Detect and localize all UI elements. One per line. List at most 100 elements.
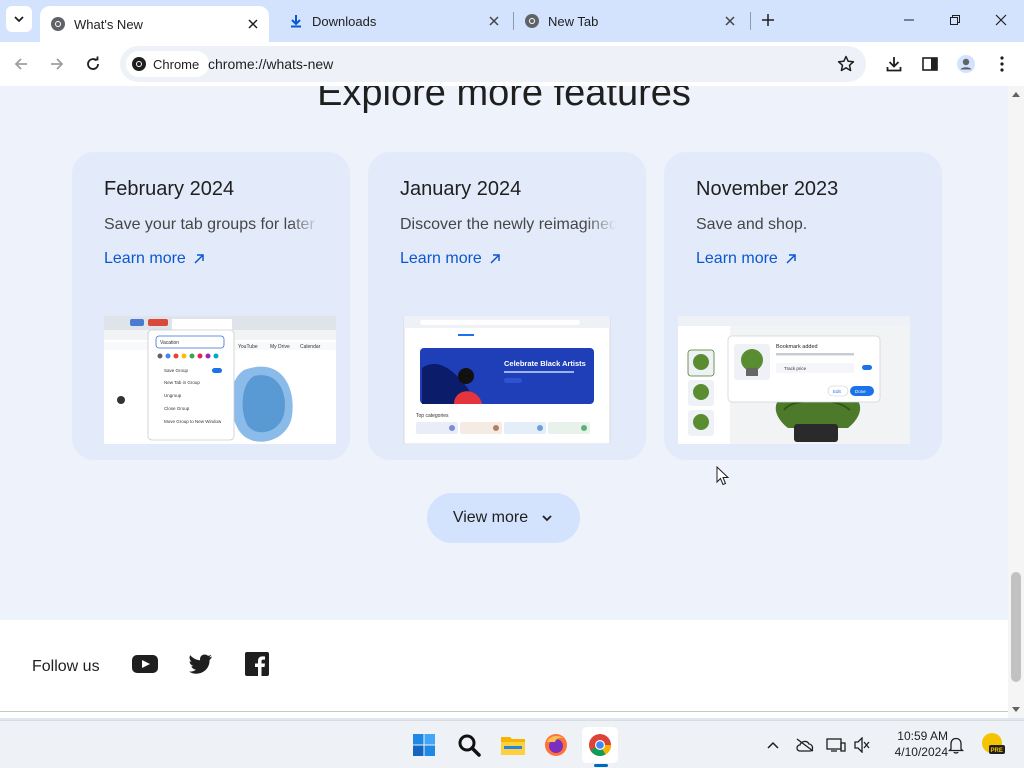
tab-new-tab[interactable]: New Tab bbox=[514, 0, 746, 42]
close-tab-icon[interactable] bbox=[243, 14, 263, 34]
svg-text:New Tab in Group: New Tab in Group bbox=[164, 380, 200, 385]
restore-icon bbox=[950, 15, 960, 25]
browser-toolbar: Chrome chrome://whats-new bbox=[0, 42, 1024, 86]
tab-downloads[interactable]: Downloads bbox=[278, 0, 510, 42]
onedrive-icon[interactable] bbox=[794, 735, 816, 755]
svg-text:Top categories: Top categories bbox=[416, 413, 449, 419]
forward-button[interactable] bbox=[44, 51, 70, 77]
mouse-cursor-icon bbox=[716, 466, 730, 486]
svg-text:Track price: Track price bbox=[784, 366, 807, 371]
arts-culture-illustration: Celebrate Black Artists Top categories bbox=[403, 316, 611, 444]
learn-more-label: Learn more bbox=[696, 250, 778, 267]
youtube-icon[interactable] bbox=[132, 652, 158, 676]
chevron-down-icon bbox=[540, 511, 554, 525]
network-icon[interactable] bbox=[825, 735, 847, 755]
text-fade bbox=[586, 212, 616, 236]
chevron-down-icon bbox=[14, 16, 24, 23]
tab-strip: What's New Downloads New Tab bbox=[0, 0, 1024, 42]
minimize-icon bbox=[904, 19, 914, 21]
downloads-button[interactable] bbox=[881, 51, 907, 77]
learn-more-link[interactable]: Learn more bbox=[696, 250, 798, 268]
feature-card: January 2024 Discover the newly reimagin… bbox=[368, 152, 646, 460]
insider-badge-icon: PRE bbox=[980, 731, 1006, 757]
menu-button[interactable] bbox=[989, 51, 1015, 77]
svg-text:Close Group: Close Group bbox=[164, 406, 190, 411]
learn-more-label: Learn more bbox=[400, 250, 482, 267]
card-description: Save and shop. bbox=[696, 216, 808, 233]
close-tab-icon[interactable] bbox=[720, 11, 740, 31]
external-arrow-icon bbox=[192, 252, 206, 266]
svg-text:Celebrate Black Artists: Celebrate Black Artists bbox=[504, 359, 586, 368]
windows-taskbar: 10:59 AM 4/10/2024 PRE bbox=[0, 720, 1024, 768]
svg-text:Ungroup: Ungroup bbox=[164, 393, 182, 398]
site-info-chip[interactable]: Chrome bbox=[126, 51, 210, 77]
tab-separator bbox=[750, 12, 751, 30]
page-content: Explore more features February 2024 Save… bbox=[0, 86, 1008, 718]
chevron-up-icon[interactable] bbox=[762, 735, 784, 755]
minimize-button[interactable] bbox=[886, 6, 932, 34]
svg-text:Edit: Edit bbox=[833, 389, 842, 394]
profile-button[interactable] bbox=[953, 51, 979, 77]
back-button[interactable] bbox=[8, 51, 34, 77]
notification-bell-icon[interactable] bbox=[945, 735, 967, 755]
system-clock[interactable]: 10:59 AM 4/10/2024 bbox=[878, 728, 948, 760]
view-more-button[interactable]: View more bbox=[427, 493, 580, 543]
omnibox[interactable]: Chrome chrome://whats-new bbox=[120, 46, 866, 82]
scrollbar-thumb[interactable] bbox=[1011, 572, 1021, 682]
svg-text:Save Group: Save Group bbox=[164, 368, 189, 373]
feature-card: November 2023 Save and shop. Learn more bbox=[664, 152, 942, 460]
chrome-taskbar-icon[interactable] bbox=[582, 727, 618, 763]
clock-date: 4/10/2024 bbox=[894, 745, 948, 759]
twitter-icon[interactable] bbox=[188, 652, 214, 676]
tab-groups-illustration: YouTube My Drive Calendar Vacation Save … bbox=[104, 316, 336, 444]
tab-title: New Tab bbox=[548, 13, 599, 29]
clock-time: 10:59 AM bbox=[897, 729, 948, 743]
tab-search-button[interactable] bbox=[6, 6, 32, 32]
view-more-label: View more bbox=[452, 509, 529, 526]
side-panel-button[interactable] bbox=[917, 51, 943, 77]
svg-text:Done: Done bbox=[855, 389, 866, 394]
volume-muted-icon[interactable] bbox=[851, 735, 873, 755]
close-tab-icon[interactable] bbox=[484, 11, 504, 31]
firefox-icon[interactable] bbox=[538, 727, 574, 763]
windows-start-icon[interactable] bbox=[406, 727, 442, 763]
download-icon bbox=[886, 57, 902, 72]
vertical-scrollbar[interactable] bbox=[1008, 86, 1024, 718]
file-explorer-icon[interactable] bbox=[495, 727, 531, 763]
svg-text:Calendar: Calendar bbox=[300, 344, 321, 350]
close-window-button[interactable] bbox=[978, 6, 1024, 34]
card-date: February 2024 bbox=[104, 178, 235, 200]
tab-title: What's New bbox=[74, 16, 143, 32]
svg-text:My Drive: My Drive bbox=[270, 344, 290, 350]
restore-button[interactable] bbox=[932, 6, 978, 34]
kebab-menu-icon bbox=[1000, 56, 1004, 72]
scroll-down-icon[interactable] bbox=[1008, 704, 1024, 716]
card-date: January 2024 bbox=[400, 178, 522, 200]
svg-text:Bookmark added: Bookmark added bbox=[776, 344, 818, 350]
forward-arrow-icon bbox=[51, 58, 64, 70]
chip-label: Chrome bbox=[153, 56, 200, 72]
bookmark-shopping-illustration: Bookmark added Track price Edit Done bbox=[678, 316, 910, 444]
download-icon bbox=[288, 13, 304, 29]
card-description: Discover the newly reimagined bbox=[400, 216, 616, 233]
text-fade bbox=[290, 212, 320, 236]
tab-title: Downloads bbox=[312, 13, 377, 29]
external-arrow-icon bbox=[488, 252, 502, 266]
reload-button[interactable] bbox=[80, 51, 106, 77]
url-text[interactable]: chrome://whats-new bbox=[208, 56, 333, 72]
svg-text:YouTube: YouTube bbox=[238, 344, 258, 350]
new-tab-button[interactable] bbox=[758, 9, 778, 31]
learn-more-link[interactable]: Learn more bbox=[400, 250, 502, 268]
side-panel-icon bbox=[922, 57, 938, 71]
bookmark-star-icon[interactable] bbox=[836, 54, 856, 74]
plus-icon bbox=[762, 14, 774, 26]
svg-text:Move Group to New Window: Move Group to New Window bbox=[164, 419, 222, 424]
scroll-up-icon[interactable] bbox=[1008, 88, 1024, 100]
tab-whats-new[interactable]: What's New bbox=[40, 6, 269, 42]
search-icon[interactable] bbox=[451, 727, 487, 763]
back-arrow-icon bbox=[14, 58, 27, 70]
page-footer: Follow us bbox=[0, 620, 1008, 718]
section-title: Explore more features bbox=[317, 86, 691, 114]
facebook-icon[interactable] bbox=[244, 652, 270, 676]
learn-more-link[interactable]: Learn more bbox=[104, 250, 206, 268]
